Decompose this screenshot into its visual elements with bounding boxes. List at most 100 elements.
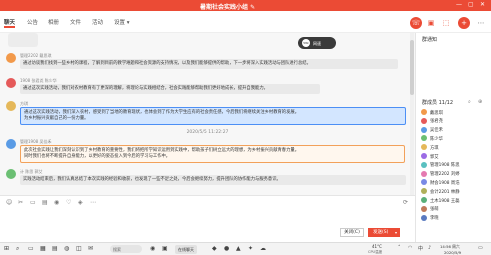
maximize-button[interactable]: ▢ (468, 1, 474, 8)
app-icon[interactable]: ▲ (236, 245, 241, 252)
edge-browser-icon[interactable]: ◍ (64, 245, 69, 252)
tab-activity[interactable]: 活动 (92, 18, 103, 26)
sticker-image (8, 33, 38, 47)
taskbar-app-chat[interactable]: 在线聊天 (175, 245, 197, 254)
app-icon[interactable]: ● (224, 245, 229, 252)
member-name: 张君尧 (430, 119, 443, 125)
video-icon[interactable]: ▣ (425, 17, 437, 29)
avatar (6, 78, 16, 88)
message-text: 通过访谈我们找到一些乡村的课程，了解到目前的教学难题和社会资源的支持情况，以及我… (23, 61, 311, 66)
close-button[interactable]: 关闭(C) (340, 228, 364, 237)
members-title: 群成员 11/12 (422, 100, 453, 106)
member-name: 吴佳禾 (430, 128, 443, 134)
app-icon[interactable]: ✦ (248, 245, 253, 252)
member-name: 财会1908 周浩 (430, 180, 460, 186)
message-text: 同时我们也将不断提升自身能力，以更好的姿态投入到今后的学习与工作中。 (24, 154, 171, 159)
gift-icon[interactable]: ♡ (66, 199, 71, 206)
weather-label: CPU温度 (368, 249, 383, 254)
member-name: 戴思琪 (430, 110, 443, 116)
avatar (421, 109, 427, 115)
taskbar-search[interactable]: 搜索 (110, 245, 142, 253)
avatar (421, 170, 427, 177)
avatar (421, 117, 427, 124)
member-name: 张萌 (430, 207, 439, 213)
folder-icon[interactable]: ▭ (30, 199, 36, 206)
tab-bar: 聊天 公告 相册 文件 活动 设置 ▾ ☏ ▣ ⬚ + ⋯ (0, 11, 491, 33)
app-icon[interactable]: ◉ (150, 245, 155, 252)
announcement-title: 群通知 (422, 37, 438, 43)
minimize-button[interactable]: — (456, 1, 462, 8)
wifi-icon[interactable]: ◠ (408, 245, 412, 251)
notification-icon[interactable]: ▭ (478, 245, 483, 251)
avatar (421, 126, 427, 133)
send-label: 发送(S) (373, 230, 389, 235)
message-bubble[interactable]: 实践活动结束后，我们认真总结了本次实践的经验和收获，也发现了一些不足之处，今后会… (20, 175, 406, 185)
message-text: 通过这次实践活动，我们对农村教育有了更深的理解，将理论与实践相结合，社会实践能够… (23, 86, 268, 91)
image-icon[interactable]: ▤ (42, 199, 48, 206)
network-speed-widget[interactable]: 58k 网速 (298, 37, 336, 49)
app-icon[interactable]: ◆ (212, 245, 217, 252)
window-title: 暑期社会实践小组 ✎ (200, 3, 256, 11)
message-bubble[interactable]: 此次社会实践让我们深刻认识到了乡村教育的重要性，我们将把所学知识运用到实践中，帮… (20, 145, 405, 163)
member-name: 李晓 (430, 216, 439, 222)
speed-unit: 网速 (313, 40, 321, 46)
add-member-icon[interactable]: + (458, 17, 470, 29)
speed-value: 58k (302, 39, 310, 47)
tab-chat[interactable]: 聊天 (4, 18, 16, 28)
member-name: 管理1908 陈思 (430, 163, 460, 169)
store-icon[interactable]: ◫ (76, 245, 82, 252)
task-view-icon[interactable]: ▭ (28, 245, 34, 252)
screen-share-icon[interactable]: ⬚ (440, 17, 452, 29)
close-window-button[interactable]: ✕ (480, 1, 485, 8)
file-explorer-icon[interactable]: ▤ (52, 245, 58, 252)
member-name: 土木1908 王磊 (430, 198, 460, 204)
more-icon[interactable]: ⋯ (90, 199, 96, 206)
avatar (6, 169, 16, 179)
message-bubble[interactable]: 通过这次实践活动，我们深入农村，感受到了当地的教育现状，也体会到了作为大学生应有… (20, 107, 406, 125)
add-member-icon[interactable]: ⊕ (478, 99, 482, 105)
member-name: 会计2201 林静 (430, 189, 460, 195)
member-name: 管理2202 刘婷 (430, 172, 460, 178)
member-name: 陈少华 (430, 136, 443, 142)
app-icon[interactable]: ☁ (260, 245, 266, 252)
avatar (6, 139, 16, 149)
message-text: 为乡村振兴贡献自己的一份力量。 (24, 116, 89, 121)
timestamp: 2020/5/5 11:22:27 (186, 130, 229, 135)
widgets-icon[interactable]: ▦ (40, 245, 46, 252)
volume-icon[interactable]: ♪ (428, 245, 431, 251)
scrollbar-thumb[interactable] (410, 40, 414, 95)
search-icon[interactable]: ⌕ (16, 245, 19, 253)
app-icon[interactable]: ▣ (162, 245, 168, 252)
mail-icon[interactable]: ✉ (88, 245, 93, 252)
clock-date[interactable]: 2020/5/9 (444, 250, 461, 255)
avatar (6, 53, 16, 63)
weather-temp[interactable]: 41°C (372, 244, 382, 249)
mic-icon[interactable]: ◉ (54, 199, 59, 206)
avatar (421, 161, 427, 168)
send-button[interactable]: 发送(S) ▾ (368, 228, 400, 237)
message-text: 实践活动结束后，我们认真总结了本次实践的经验和收获，也发现了一些不足之处，今后会… (23, 177, 281, 182)
taskbar: ⊞ ⌕ ▭ ▦ ▤ ◍ ◫ ✉ 搜索 ◉ ▣ 在线聊天 ◆ ● ▲ ✦ ☁ 41… (0, 242, 491, 255)
title-bar: 暑期社会实践小组 ✎ — ▢ ✕ (0, 0, 491, 11)
emoji-icon[interactable]: ☺ (6, 199, 12, 206)
search-icon[interactable]: ⌕ (468, 99, 471, 105)
phone-icon[interactable]: ☏ (410, 17, 422, 29)
scissors-icon[interactable]: ✂ (18, 199, 23, 206)
member-name: 方琪 (430, 145, 439, 151)
message-bubble[interactable]: 通过这次实践活动，我们对农村教育有了更深的理解，将理论与实践相结合，社会实践能够… (20, 84, 320, 94)
input-method-indicator[interactable]: 中 (418, 245, 423, 252)
tab-settings[interactable]: 设置 ▾ (114, 18, 130, 26)
avatar (6, 101, 16, 111)
more-icon[interactable]: ⋯ (475, 17, 487, 29)
message-bubble[interactable]: 通过访谈我们找到一些乡村的课程，了解到目前的教学难题和社会资源的支持情况，以及我… (20, 59, 398, 69)
tab-announcement[interactable]: 公告 (27, 18, 38, 26)
chevron-down-icon[interactable]: ▾ (395, 228, 397, 237)
red-packet-icon[interactable]: ◈ (78, 199, 83, 206)
history-icon[interactable]: ⟳ (403, 199, 408, 206)
windows-start-icon[interactable]: ⊞ (4, 245, 9, 252)
tray-chevron-icon[interactable]: ˄ (398, 245, 401, 251)
tab-files[interactable]: 文件 (70, 18, 81, 26)
avatar (421, 214, 427, 221)
avatar (421, 205, 427, 212)
tab-album[interactable]: 相册 (48, 18, 59, 26)
